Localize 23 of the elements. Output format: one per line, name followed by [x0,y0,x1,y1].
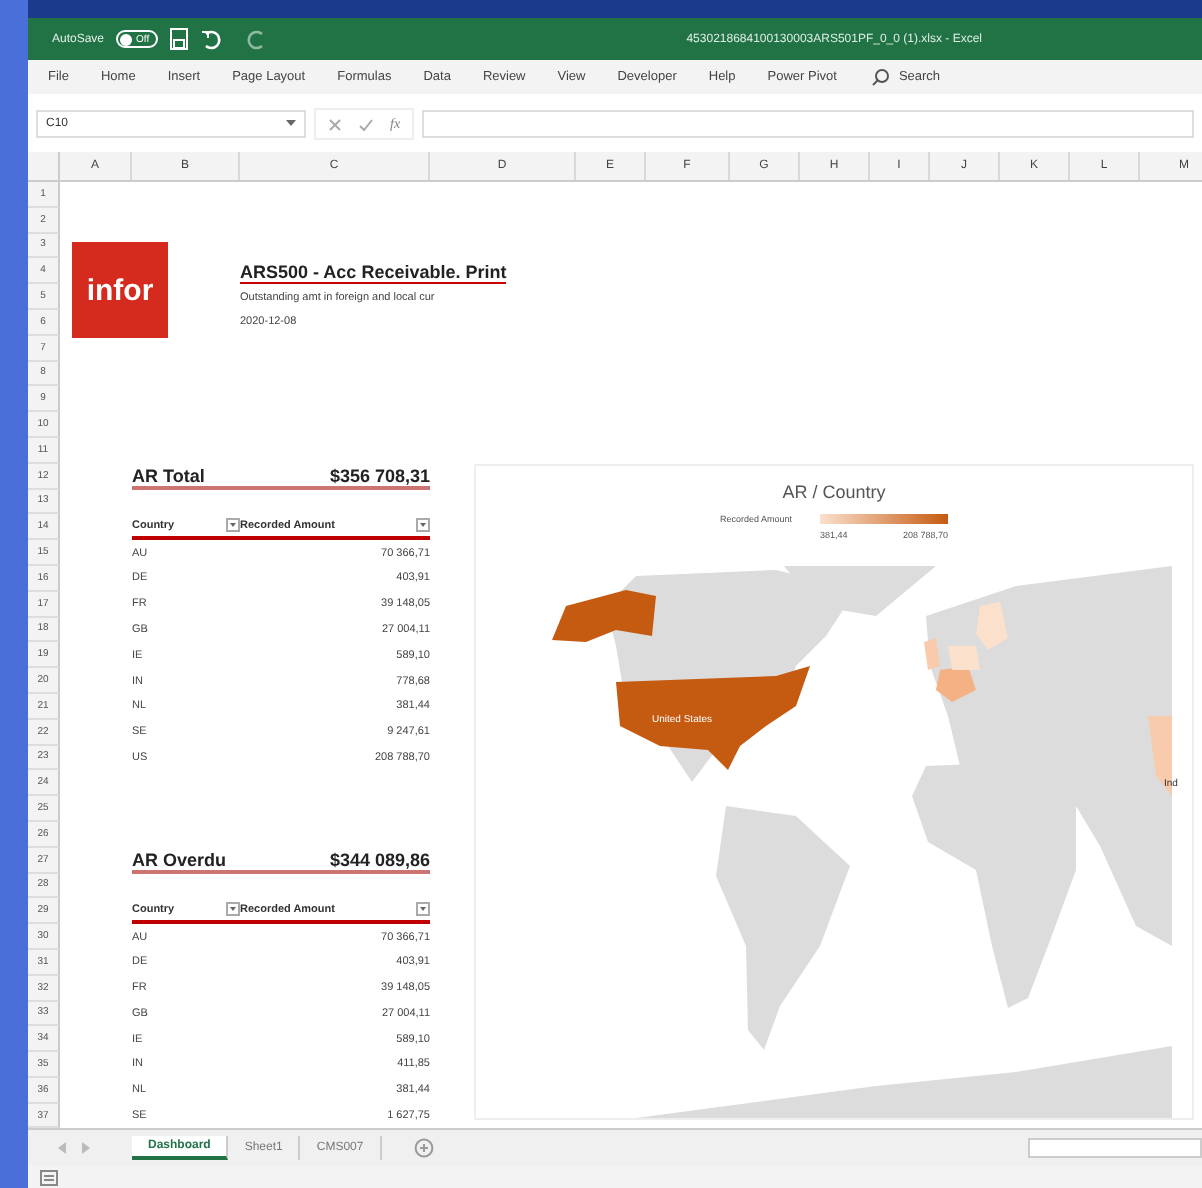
table-label: AR Total [132,466,207,487]
filter-dropdown-icon[interactable] [226,518,240,533]
formula-input[interactable] [422,110,1194,138]
page-icon [40,1169,58,1186]
save-icon[interactable] [169,28,188,50]
filter-dropdown-icon[interactable] [416,518,430,533]
chart-title: AR / Country [780,482,888,502]
dropdown-arrow-icon[interactable] [286,120,296,128]
search-icon [872,68,891,86]
horizontal-scrollbar[interactable] [1028,1138,1202,1159]
report-title: ARS500 - Acc Receivable. Print [240,262,507,285]
next-sheet-icon[interactable] [80,1142,92,1155]
legend-gradient-bar [820,514,949,524]
add-sheet-icon[interactable] [413,1138,434,1159]
cancel-icon[interactable] [328,117,342,131]
table-label: AR Overdu [132,850,229,871]
filter-dropdown-icon[interactable] [226,902,240,917]
logo: infor [72,242,168,338]
filter-dropdown-icon[interactable] [416,902,430,917]
table-total: $344 089,86 [327,850,430,871]
check-icon[interactable] [358,117,374,131]
table-total: $356 708,31 [327,466,430,487]
previous-sheet-icon[interactable] [56,1142,68,1155]
